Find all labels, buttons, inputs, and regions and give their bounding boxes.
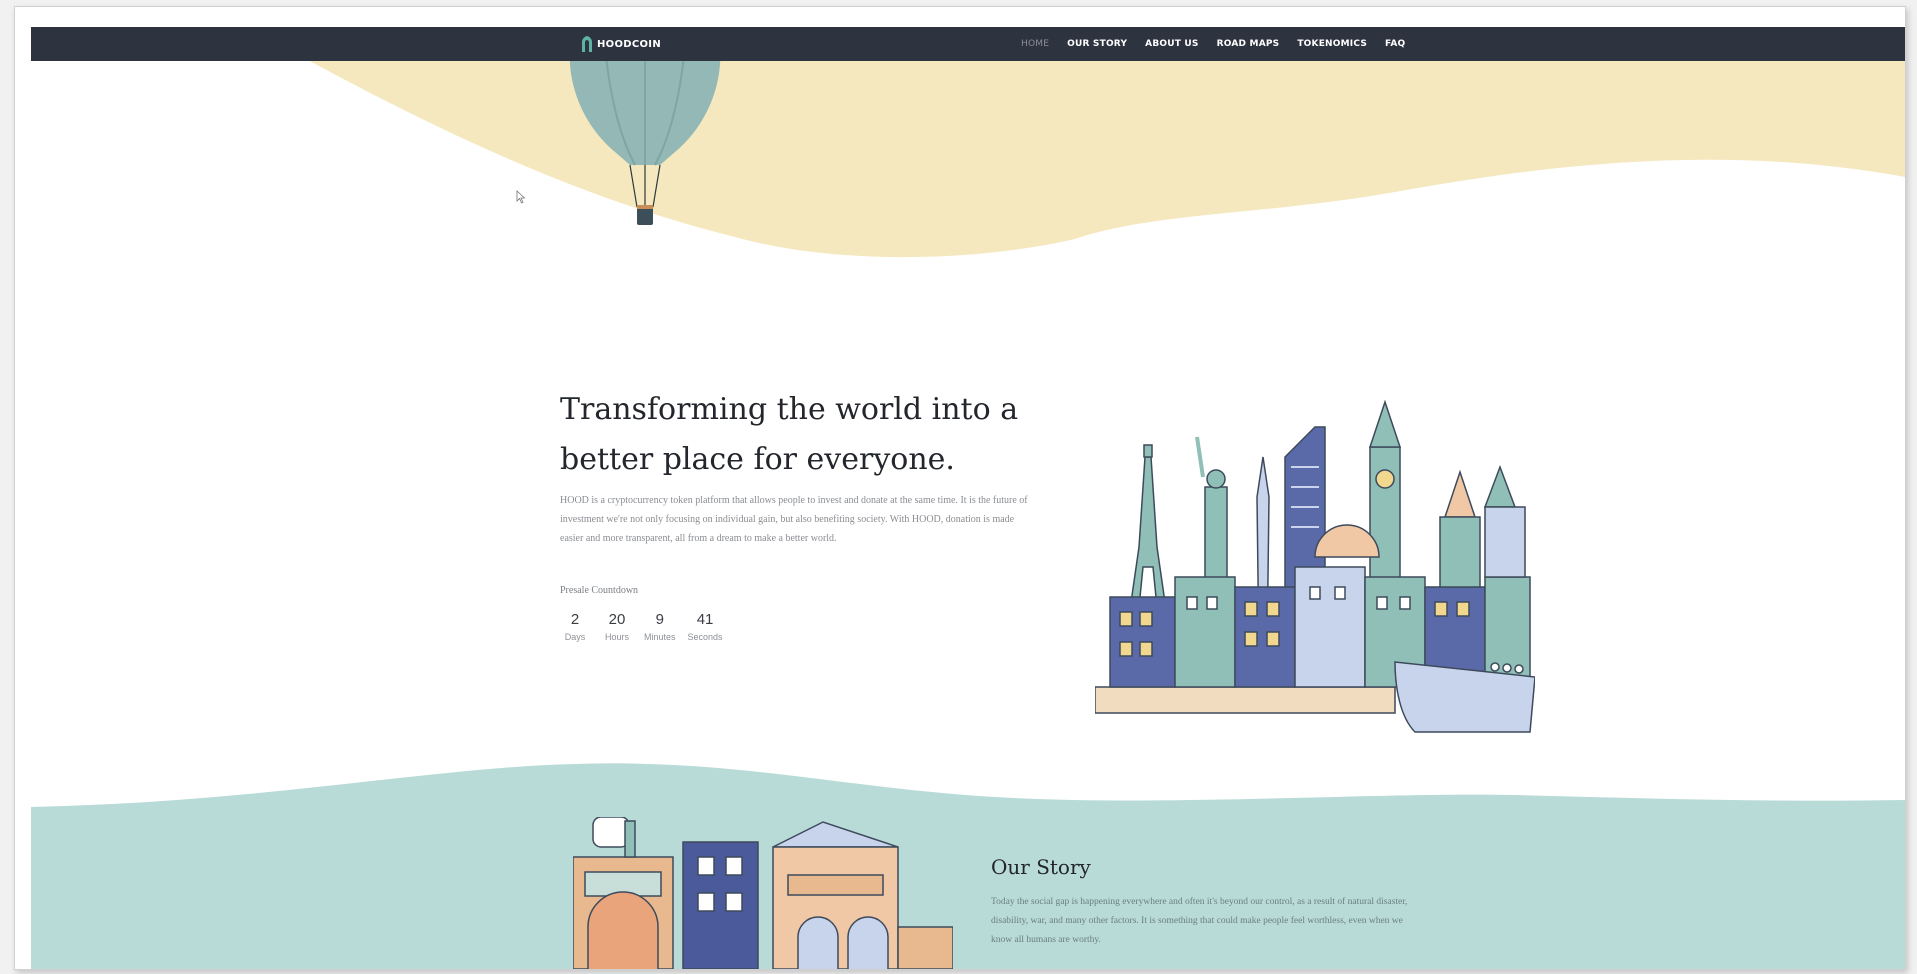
countdown-value: 2	[570, 611, 580, 628]
nav-tokenomics[interactable]: TOKENOMICS	[1297, 39, 1367, 49]
nav-about-us[interactable]: ABOUT US	[1145, 39, 1198, 49]
sand-wave	[295, 53, 1905, 258]
countdown-value: 20	[608, 611, 626, 628]
top-navbar: HOODCOIN HOME OUR STORY ABOUT US ROAD MA…	[31, 27, 1905, 61]
hot-air-balloon-illustration	[569, 47, 721, 225]
countdown-unit-label: Seconds	[687, 632, 723, 642]
browser-frame: HOODCOIN HOME OUR STORY ABOUT US ROAD MA…	[14, 6, 1906, 970]
our-story-text: Today the social gap is happening everyw…	[991, 897, 1408, 945]
countdown-hours: 20 Hours	[602, 611, 632, 642]
countdown-days: 2 Days	[560, 611, 590, 642]
mouse-cursor-icon	[516, 190, 526, 204]
countdown-unit-label: Days	[564, 632, 586, 642]
countdown-unit-label: Minutes	[644, 632, 676, 642]
hero-description: HOOD is a cryptocurrency token platform …	[560, 495, 1028, 544]
nav-our-story[interactable]: OUR STORY	[1067, 39, 1127, 49]
city-skyline-illustration	[1095, 399, 1535, 733]
countdown-unit-label: Hours	[604, 632, 629, 642]
teal-wave	[31, 763, 1905, 969]
countdown-label: Presale Countdown	[560, 585, 639, 596]
brand-logo[interactable]: HOODCOIN	[580, 35, 661, 53]
hood-logo-icon	[582, 36, 592, 52]
brand-name: HOODCOIN	[597, 38, 662, 50]
main-nav: HOME OUR STORY ABOUT US ROAD MAPS TOKENO…	[1021, 27, 1405, 61]
countdown-seconds: 41 Seconds	[688, 611, 723, 642]
nav-road-maps[interactable]: ROAD MAPS	[1217, 39, 1280, 49]
countdown-value: 9	[655, 611, 664, 628]
our-story-title: Our Story	[991, 855, 1091, 879]
nav-home[interactable]: HOME	[1021, 39, 1049, 49]
countdown-minutes: 9 Minutes	[644, 611, 676, 642]
shopfront-illustration	[573, 817, 953, 969]
background-waves	[31, 53, 1905, 969]
nav-faq[interactable]: FAQ	[1385, 39, 1405, 49]
hero-title: Transforming the world into a better pla…	[560, 392, 1019, 477]
presale-countdown: 2 Days 20 Hours 9 Minutes 41 Seconds	[560, 611, 723, 642]
countdown-value: 41	[696, 611, 714, 628]
